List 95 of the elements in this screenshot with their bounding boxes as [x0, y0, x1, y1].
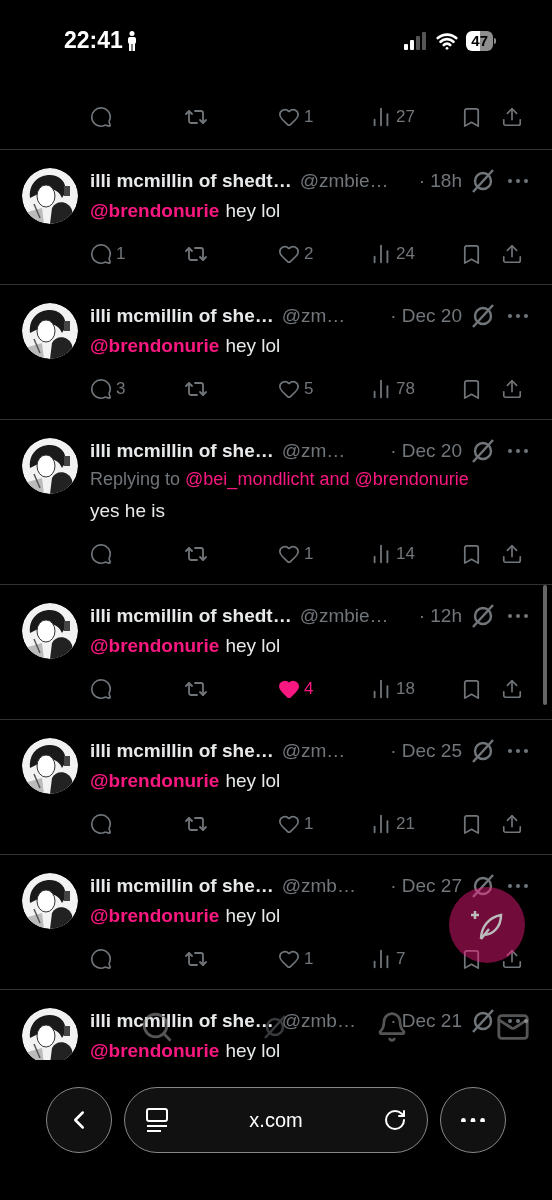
- like-count: 5: [304, 378, 314, 401]
- like-count: 4: [304, 678, 314, 701]
- views-count: 78: [396, 378, 415, 401]
- post-text: yes he is: [90, 498, 165, 523]
- more-icon[interactable]: [508, 1019, 528, 1023]
- share-icon[interactable]: [501, 243, 523, 265]
- post-time: · 18h: [418, 168, 462, 193]
- more-icon[interactable]: [508, 314, 528, 318]
- post-time: · Dec 20: [390, 438, 462, 463]
- views-count: 24: [396, 243, 415, 266]
- person-icon: [126, 30, 137, 51]
- mention-link[interactable]: @brendonurie: [90, 766, 220, 796]
- mention-link[interactable]: @brendonurie: [90, 331, 220, 361]
- more-icon[interactable]: [508, 449, 528, 453]
- like-icon[interactable]: [278, 543, 300, 565]
- grok-icon[interactable]: [470, 873, 496, 899]
- views-count: 27: [396, 106, 415, 129]
- author-name[interactable]: illi mcmillin of she…: [90, 871, 274, 901]
- author-handle: @zm…: [281, 438, 346, 463]
- author-name[interactable]: illi mcmillin of shedt…: [90, 166, 292, 196]
- grok-icon[interactable]: [470, 303, 496, 329]
- reply-icon[interactable]: [90, 543, 112, 565]
- like-icon[interactable]: [278, 678, 300, 700]
- mention-link[interactable]: @brendonurie: [90, 1036, 220, 1060]
- reply-context: Replying to @bei_mondlicht and @brendonurie: [90, 468, 470, 492]
- author-name[interactable]: illi mcmillin of she…: [90, 1006, 274, 1036]
- reply-count: 1: [116, 243, 126, 266]
- post-text: hey lol: [225, 768, 281, 793]
- mention-link[interactable]: @brendonurie: [90, 901, 220, 931]
- grok-icon[interactable]: [470, 168, 496, 194]
- more-icon[interactable]: [508, 884, 528, 888]
- share-icon[interactable]: [501, 813, 523, 835]
- reply-icon[interactable]: [90, 813, 112, 835]
- reply-icon[interactable]: [90, 378, 112, 400]
- author-handle: @zm…: [281, 303, 346, 328]
- share-icon[interactable]: [501, 678, 523, 700]
- address-bar[interactable]: x.com: [124, 1087, 428, 1153]
- author-name[interactable]: illi mcmillin of she…: [90, 436, 274, 466]
- author-handle: @zm…: [281, 738, 346, 763]
- views-count: 7: [396, 948, 406, 971]
- like-icon[interactable]: [278, 106, 300, 128]
- views-count: 21: [396, 813, 415, 836]
- reply-icon[interactable]: [90, 948, 112, 970]
- share-icon[interactable]: [501, 543, 523, 565]
- post-text: hey lol: [225, 333, 281, 358]
- author-handle: @zmbie…: [299, 603, 389, 628]
- mention-link[interactable]: @brendonurie: [90, 631, 220, 661]
- like-count: 2: [304, 243, 314, 266]
- author-name[interactable]: illi mcmillin of she…: [90, 736, 274, 766]
- more-icon[interactable]: [508, 614, 528, 618]
- author-name[interactable]: illi mcmillin of shedt…: [90, 601, 292, 631]
- author-handle: @zmb…: [281, 873, 356, 898]
- more-icon: [461, 1117, 485, 1123]
- tabs-icon[interactable]: [145, 1107, 169, 1133]
- post-text: hey lol: [225, 633, 281, 658]
- reload-icon[interactable]: [383, 1108, 407, 1132]
- post-time: · Dec 21: [390, 1008, 462, 1033]
- share-icon[interactable]: [501, 106, 523, 128]
- post-time: · 12h: [418, 603, 462, 628]
- mention-link[interactable]: @brendonurie: [90, 196, 220, 226]
- grok-icon[interactable]: [470, 603, 496, 629]
- like-icon[interactable]: [278, 243, 300, 265]
- grok-icon[interactable]: [470, 738, 496, 764]
- post-time: · Dec 25: [390, 738, 462, 763]
- grok-icon[interactable]: [470, 438, 496, 464]
- views-count: 14: [396, 543, 415, 566]
- post-text: hey lol: [225, 903, 281, 928]
- like-count: 1: [304, 543, 314, 566]
- author-handle: @zmbie…: [299, 168, 389, 193]
- url-text: x.com: [249, 1108, 303, 1133]
- author-handle: @zmb…: [281, 1008, 356, 1033]
- reply-count: 3: [116, 378, 126, 401]
- reply-icon[interactable]: [90, 243, 112, 265]
- post-text: hey lol: [225, 198, 281, 223]
- like-icon[interactable]: [278, 813, 300, 835]
- reply-icon[interactable]: [90, 678, 112, 700]
- share-icon[interactable]: [501, 378, 523, 400]
- post-time: · Dec 20: [390, 303, 462, 328]
- more-icon[interactable]: [508, 749, 528, 753]
- clock: 22:41: [64, 26, 123, 56]
- reply-icon[interactable]: [90, 106, 112, 128]
- more-icon[interactable]: [508, 179, 528, 183]
- share-icon[interactable]: [501, 948, 523, 970]
- like-count: 1: [304, 813, 314, 836]
- grok-icon[interactable]: [470, 1008, 496, 1034]
- views-count: 18: [396, 678, 415, 701]
- battery-indicator: 47: [466, 30, 493, 51]
- author-name[interactable]: illi mcmillin of she…: [90, 301, 274, 331]
- like-icon[interactable]: [278, 378, 300, 400]
- like-icon[interactable]: [278, 948, 300, 970]
- post-time: · Dec 27: [390, 873, 462, 898]
- like-count: 1: [304, 106, 314, 129]
- like-count: 1: [304, 948, 314, 971]
- post-text: hey lol: [225, 1038, 281, 1060]
- signal-icon: [404, 31, 429, 50]
